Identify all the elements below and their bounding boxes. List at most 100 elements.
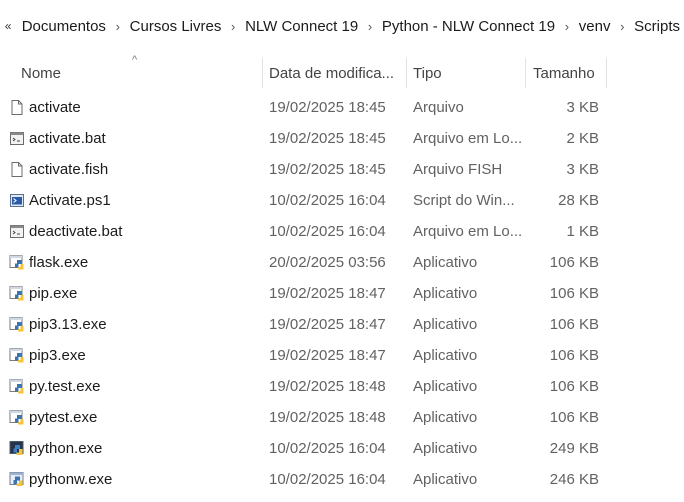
file-size: 106 KB xyxy=(549,347,599,364)
file-row[interactable]: pytest.exe 19/02/2025 18:48 Aplicativo 106 … xyxy=(0,402,684,433)
file-size: 2 KB xyxy=(566,130,599,147)
file-name: pip3.exe xyxy=(29,347,86,364)
breadcrumb-overflow-button[interactable]: « xyxy=(2,19,14,33)
breadcrumb-item-cursos-livres[interactable]: Cursos Livres xyxy=(126,18,226,35)
python-exe-icon xyxy=(9,285,25,302)
file-row[interactable]: flask.exe 20/02/2025 03:56 Aplicativo 106 K… xyxy=(0,247,684,278)
file-row[interactable]: pip3.13.exe 19/02/2025 18:47 Aplicativo 106… xyxy=(0,309,684,340)
file-date-modified: 19/02/2025 18:48 xyxy=(269,409,386,426)
file-row[interactable]: pythonw.exe 10/02/2025 16:04 Aplicativo 246… xyxy=(0,464,684,495)
column-header-type[interactable]: Tipo xyxy=(413,54,523,92)
file-type: Arquivo em Lo... xyxy=(413,223,523,240)
file-size: 3 KB xyxy=(566,99,599,116)
powershell-script-icon xyxy=(9,192,25,209)
python-console-icon xyxy=(9,440,25,457)
file-type: Aplicativo xyxy=(413,254,478,271)
column-header-row: Nome Data de modifica... Tipo Tamanho xyxy=(0,54,684,92)
python-exe-icon xyxy=(9,347,25,364)
file-date-modified: 19/02/2025 18:47 xyxy=(269,316,386,333)
file-type: Aplicativo xyxy=(413,378,478,395)
file-name: activate xyxy=(29,99,81,116)
breadcrumb-item-nlw-connect[interactable]: NLW Connect 19 xyxy=(241,18,362,35)
file-size: 246 KB xyxy=(549,471,599,488)
file-date-modified: 10/02/2025 16:04 xyxy=(269,192,386,209)
python-window-icon xyxy=(9,471,25,488)
file-date-modified: 19/02/2025 18:45 xyxy=(269,99,386,116)
file-name: flask.exe xyxy=(29,254,89,271)
file-name: pip3.13.exe xyxy=(29,316,107,333)
file-date-modified: 20/02/2025 03:56 xyxy=(269,254,386,271)
file-size: 106 KB xyxy=(549,409,599,426)
breadcrumb-item-documentos[interactable]: Documentos xyxy=(18,18,110,35)
breadcrumb-item-python-nlw[interactable]: Python - NLW Connect 19 xyxy=(378,18,559,35)
file-row[interactable]: activate 19/02/2025 18:45 Arquivo 3 KB xyxy=(0,92,684,123)
file-name: activate.fish xyxy=(29,161,109,178)
file-date-modified: 19/02/2025 18:45 xyxy=(269,161,386,178)
file-icon xyxy=(9,99,25,116)
file-type: Arquivo em Lo... xyxy=(413,130,523,147)
file-row[interactable]: py.test.exe 19/02/2025 18:48 Aplicativo 106… xyxy=(0,371,684,402)
file-size: 106 KB xyxy=(549,316,599,333)
file-date-modified: 19/02/2025 18:47 xyxy=(269,347,386,364)
breadcrumb-item-scripts[interactable]: Scripts xyxy=(630,18,684,35)
file-date-modified: 10/02/2025 16:04 xyxy=(269,471,386,488)
file-icon xyxy=(9,161,25,178)
file-type: Aplicativo xyxy=(413,440,478,457)
file-date-modified: 19/02/2025 18:47 xyxy=(269,285,386,302)
file-row[interactable]: activate.bat 19/02/2025 18:45 Arquivo em L… xyxy=(0,123,684,154)
file-type: Aplicativo xyxy=(413,285,478,302)
column-header-size[interactable]: Tamanho xyxy=(533,54,605,92)
file-list: activate 19/02/2025 18:45 Arquivo 3 KB activ… xyxy=(0,92,684,495)
column-divider[interactable] xyxy=(606,58,607,88)
file-size: 106 KB xyxy=(549,285,599,302)
chevron-right-icon[interactable]: › xyxy=(614,19,630,34)
chevron-right-icon[interactable]: › xyxy=(225,19,241,34)
file-row[interactable]: deactivate.bat 10/02/2025 16:04 Arquivo em… xyxy=(0,216,684,247)
file-date-modified: 10/02/2025 16:04 xyxy=(269,223,386,240)
file-type: Aplicativo xyxy=(413,409,478,426)
file-date-modified: 10/02/2025 16:04 xyxy=(269,440,386,457)
python-exe-icon xyxy=(9,378,25,395)
file-name: python.exe xyxy=(29,440,103,457)
file-size: 106 KB xyxy=(549,254,599,271)
file-row[interactable]: activate.fish 19/02/2025 18:45 Arquivo FIS… xyxy=(0,154,684,185)
python-exe-icon xyxy=(9,254,25,271)
column-header-date[interactable]: Data de modifica... xyxy=(269,54,404,92)
breadcrumb-item-venv[interactable]: venv xyxy=(575,18,615,35)
file-type: Aplicativo xyxy=(413,347,478,364)
file-name: Activate.ps1 xyxy=(29,192,111,209)
chevron-right-icon[interactable]: › xyxy=(559,19,575,34)
chevron-right-icon[interactable]: › xyxy=(110,19,126,34)
file-row[interactable]: python.exe 10/02/2025 16:04 Aplicativo 249 … xyxy=(0,433,684,464)
file-type: Arquivo xyxy=(413,99,464,116)
file-type: Arquivo FISH xyxy=(413,161,503,178)
batch-file-icon xyxy=(9,130,25,147)
file-name: pythonw.exe xyxy=(29,471,113,488)
chevron-right-icon[interactable]: › xyxy=(362,19,378,34)
file-type: Aplicativo xyxy=(413,316,478,333)
file-size: 249 KB xyxy=(549,440,599,457)
file-type: Script do Win... xyxy=(413,192,515,209)
file-name: pytest.exe xyxy=(29,409,98,426)
breadcrumb: « Documentos › Cursos Livres › NLW Conne… xyxy=(0,0,684,52)
file-size: 28 KB xyxy=(558,192,599,209)
file-type: Aplicativo xyxy=(413,471,478,488)
file-date-modified: 19/02/2025 18:45 xyxy=(269,130,386,147)
file-size: 1 KB xyxy=(566,223,599,240)
file-name: py.test.exe xyxy=(29,378,101,395)
python-exe-icon xyxy=(9,409,25,426)
file-size: 106 KB xyxy=(549,378,599,395)
file-name: deactivate.bat xyxy=(29,223,123,240)
file-date-modified: 19/02/2025 18:48 xyxy=(269,378,386,395)
file-row[interactable]: pip3.exe 19/02/2025 18:47 Aplicativo 106 KB xyxy=(0,340,684,371)
column-divider[interactable] xyxy=(262,58,263,88)
file-row[interactable]: Activate.ps1 10/02/2025 16:04 Script do Wi… xyxy=(0,185,684,216)
batch-file-icon xyxy=(9,223,25,240)
python-exe-icon xyxy=(9,316,25,333)
column-divider[interactable] xyxy=(525,58,526,88)
file-row[interactable]: pip.exe 19/02/2025 18:47 Aplicativo 106 KB xyxy=(0,278,684,309)
file-name: activate.bat xyxy=(29,130,106,147)
column-divider[interactable] xyxy=(406,58,407,88)
file-size: 3 KB xyxy=(566,161,599,178)
column-header-name[interactable]: Nome xyxy=(21,54,261,92)
